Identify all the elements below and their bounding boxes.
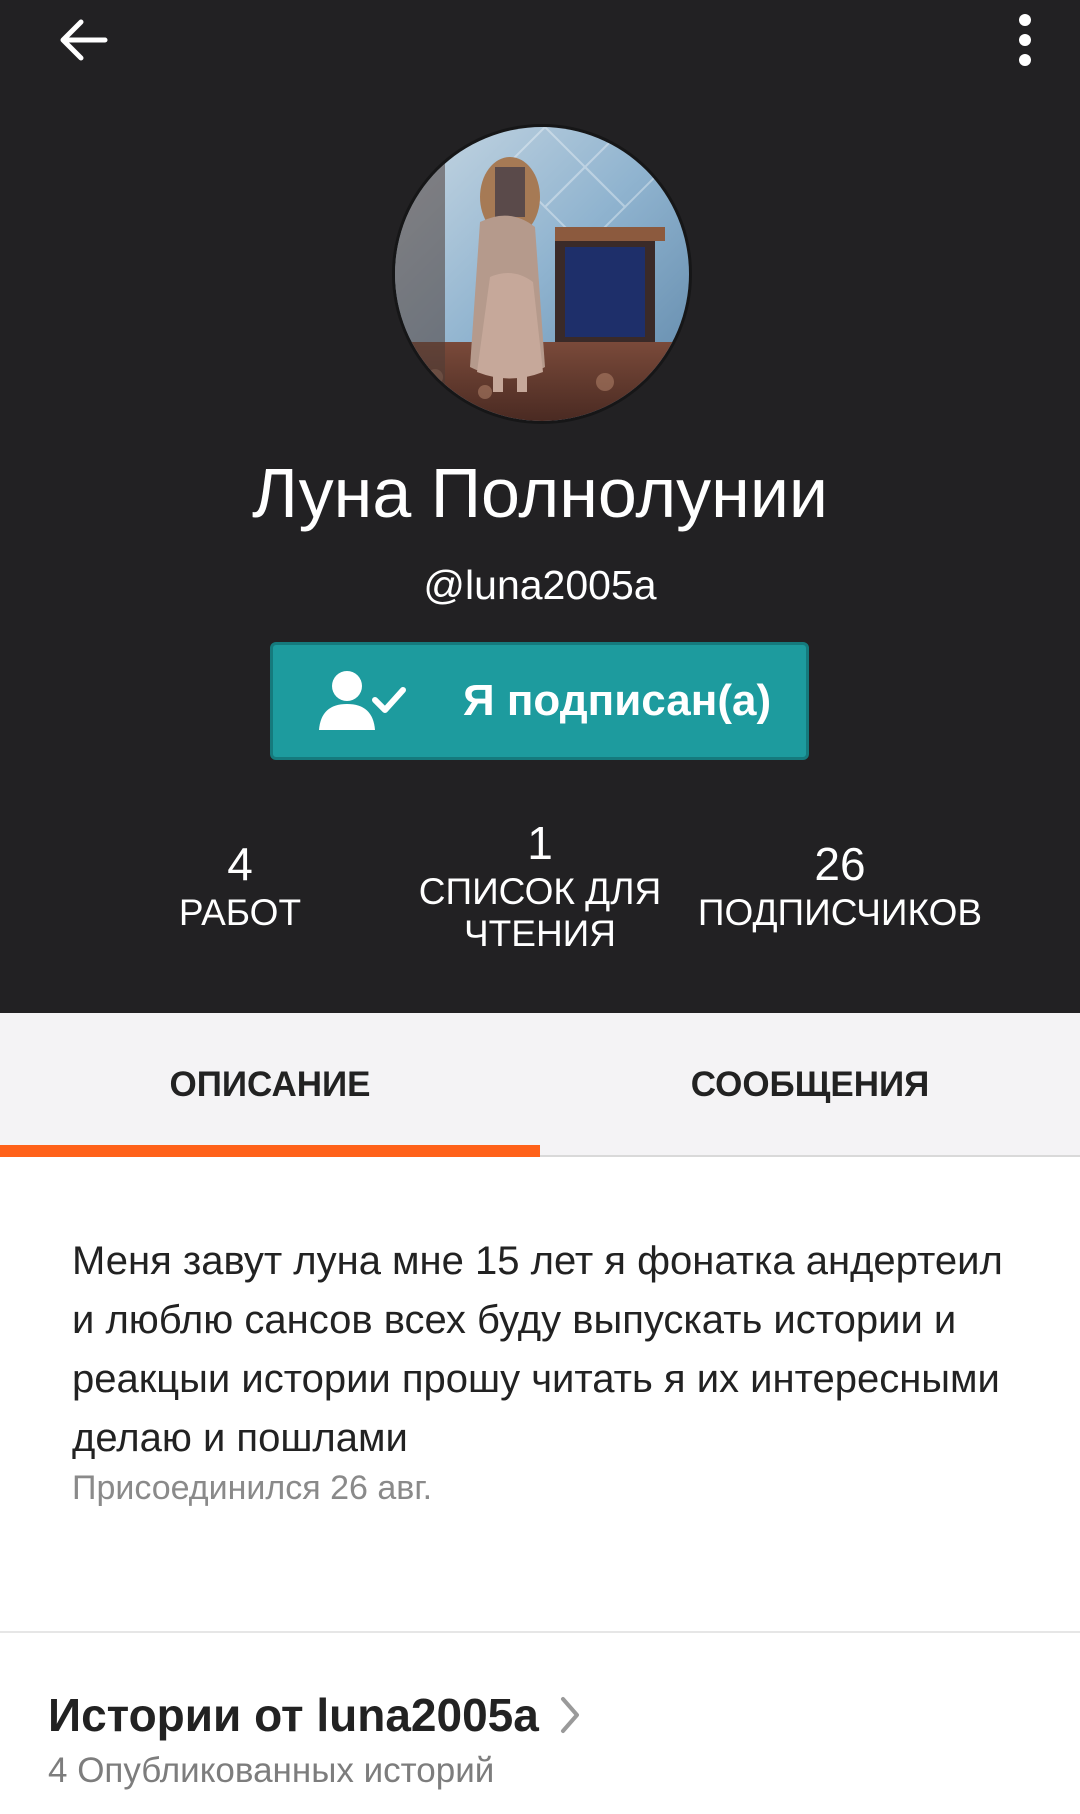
user-check-icon	[319, 671, 406, 730]
section-divider	[0, 1631, 1080, 1633]
profile-avatar[interactable]	[395, 127, 689, 421]
profile-description: Меня завут луна мне 15 лет я фонатка анд…	[72, 1239, 1003, 1460]
profile-tabs: ОПИСАНИЕ СООБЩЕНИЯ	[0, 1013, 1080, 1157]
tab-messages[interactable]: СООБЩЕНИЯ	[540, 1013, 1080, 1157]
stat-reading-lists-value: 1	[527, 817, 553, 869]
profile-name: Луна Полнолунии	[251, 454, 829, 532]
stat-reading-lists-label: СПИСОК ДЛЯ ЧТЕНИЯ	[418, 871, 662, 954]
profile-handle: @luna2005a	[423, 562, 657, 608]
stat-followers-label: ПОДПИСЧИКОВ	[697, 892, 983, 933]
back-button[interactable]	[28, 0, 138, 80]
stories-section-title: Истории от luna2005a	[48, 1689, 539, 1741]
following-button-label: Я подписан(а)	[463, 676, 772, 725]
stat-followers[interactable]: 26 ПОДПИСЧИКОВ	[690, 836, 990, 934]
more-options-button[interactable]	[970, 0, 1080, 80]
joined-date: Присоединился 26 авг.	[72, 1469, 433, 1507]
tab-about[interactable]: ОПИСАНИЕ	[0, 1013, 540, 1157]
stories-section-link[interactable]: Истории от luna2005a	[48, 1682, 581, 1748]
stat-reading-lists[interactable]: 1 СПИСОК ДЛЯ ЧТЕНИЯ	[405, 815, 675, 955]
stat-works-value: 4	[227, 838, 253, 890]
avatar-image	[395, 127, 689, 421]
active-tab-indicator	[0, 1145, 540, 1157]
profile-header: Луна Полнолунии @luna2005a Я подписан(а)…	[0, 0, 1080, 1013]
following-button[interactable]: Я подписан(а)	[270, 642, 809, 760]
stories-count: 4 Опубликованных историй	[48, 1751, 495, 1790]
stat-works[interactable]: 4 РАБОТ	[140, 836, 340, 934]
arrow-left-icon	[60, 19, 108, 61]
more-vertical-icon	[1019, 14, 1031, 66]
stat-followers-value: 26	[814, 838, 866, 890]
stat-works-label: РАБОТ	[178, 892, 302, 933]
chevron-right-icon	[560, 1697, 579, 1733]
